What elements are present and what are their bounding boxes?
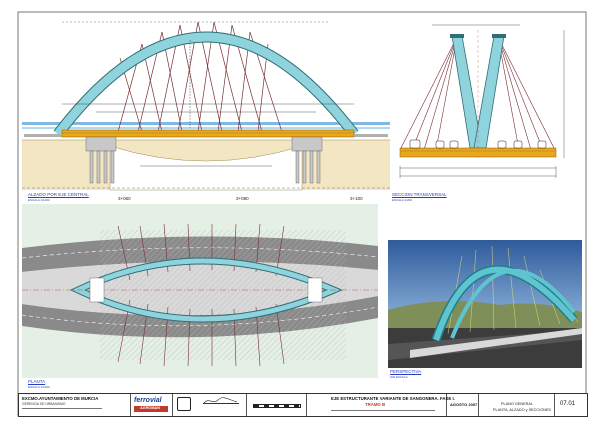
contractor-logo: ferrovial <box>134 397 162 404</box>
chainage-label: 3+060 <box>118 196 131 201</box>
sheet-number: 07.01 <box>560 401 576 407</box>
perspective-scale: SIN ESCALA <box>390 375 408 379</box>
signature-icon <box>203 397 238 404</box>
section-title: SECCION TRANSVERSAL <box>392 192 447 197</box>
perspective-render <box>388 240 582 368</box>
drawing-sheet: ALZADO POR EJE CENTRAL ESCALA 1/1000 3+0… <box>0 0 606 428</box>
certification-seal-icon <box>177 397 191 411</box>
chainage-label: 3+080 <box>236 196 249 201</box>
project-section: TRAMO B <box>365 402 386 407</box>
client-cell: EXCMO.AYUNTAMIENTO DE MURCIA GERENCIA DE… <box>19 394 131 416</box>
sheet-number-cell: 07.01 <box>555 394 587 416</box>
graphic-scale <box>253 404 301 408</box>
perspective-title: PERSPECTIVA <box>390 369 422 374</box>
client-name: EXCMO.AYUNTAMIENTO DE MURCIA <box>22 396 99 401</box>
project-cell: EJE ESTRUCTURANTE VARIANTE DE SANGONERA.… <box>307 394 455 416</box>
plan-name: PLANO GENERAL <box>501 402 534 406</box>
bridge-deck <box>61 129 355 138</box>
drawing-date: AGOSTO 2007 <box>450 402 478 407</box>
signature-cell <box>173 394 247 416</box>
date-cell: AGOSTO 2007 <box>447 394 479 416</box>
plan-title-cell: PLANO GENERAL PLANTA, ALZADO y SECCIONES <box>479 394 555 416</box>
plan-view <box>21 204 379 378</box>
section-scale: ESCALA 1/200 <box>392 198 413 202</box>
elevation-scale: ESCALA 1/1000 <box>28 198 50 202</box>
elevation-title: ALZADO POR EJE CENTRAL <box>28 192 89 197</box>
contractor-cell: ferrovial AGROMAN <box>131 394 173 416</box>
drawing-canvas <box>17 11 587 417</box>
plan-scale: ESCALA 1/1000 <box>28 385 50 389</box>
client-department: GERENCIA DE URBANISMO <box>22 402 66 406</box>
project-title: EJE ESTRUCTURANTE VARIANTE DE SANGONERA.… <box>331 396 455 401</box>
scale-cell <box>247 394 307 416</box>
right-arch-leg <box>473 35 505 149</box>
cross-section-view <box>399 24 565 178</box>
contractor-subtitle: AGROMAN <box>140 406 161 410</box>
plan-subtitle: PLANTA, ALZADO y SECCIONES <box>493 408 551 412</box>
chainage-label: 3+100 <box>350 196 363 201</box>
section-deck <box>399 147 557 158</box>
elevation-view <box>22 21 390 191</box>
arch <box>54 32 358 137</box>
plan-title: PLANTA <box>28 379 46 384</box>
title-block: EXCMO.AYUNTAMIENTO DE MURCIA GERENCIA DE… <box>18 393 588 417</box>
